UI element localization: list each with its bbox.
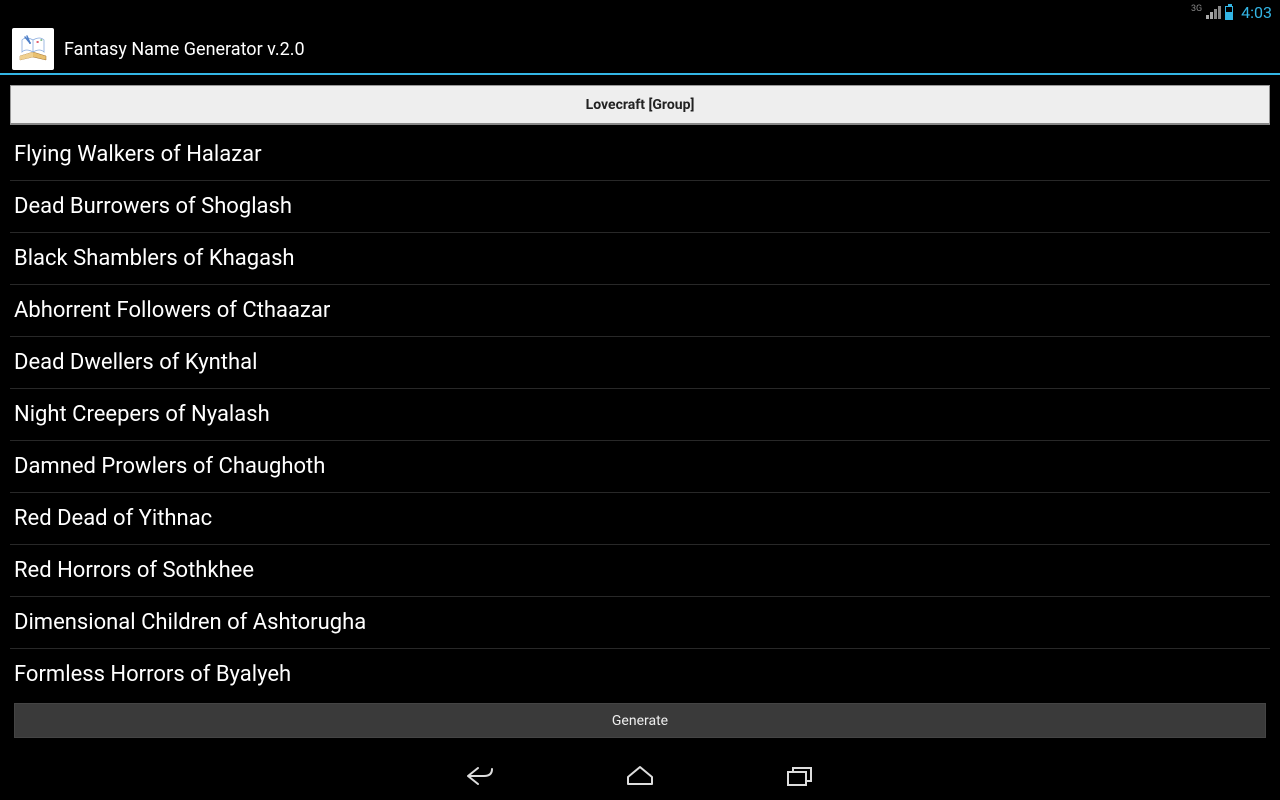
battery-icon (1225, 6, 1233, 20)
list-item[interactable]: Flying Walkers of Halazar (10, 129, 1270, 181)
recent-apps-icon (786, 764, 814, 788)
list-item[interactable]: Night Creepers of Nyalash (10, 389, 1270, 441)
generate-button[interactable]: Generate (14, 703, 1266, 738)
back-icon (464, 764, 496, 788)
home-button[interactable] (620, 756, 660, 796)
back-button[interactable] (460, 756, 500, 796)
list-item[interactable]: Formless Horrors of Byalyeh (10, 649, 1270, 699)
list-item[interactable]: Abhorrent Followers of Cthaazar (10, 285, 1270, 337)
status-bar: 3G 4:03 (0, 0, 1280, 25)
list-item[interactable]: Red Dead of Yithnac (10, 493, 1270, 545)
action-bar: Fantasy Name Generator v.2.0 (0, 25, 1280, 75)
app-icon (12, 28, 54, 70)
names-list[interactable]: Flying Walkers of Halazar Dead Burrowers… (10, 129, 1270, 699)
list-item[interactable]: Dead Dwellers of Kynthal (10, 337, 1270, 389)
navigation-bar (0, 752, 1280, 800)
signal-icon (1206, 6, 1221, 19)
home-icon (625, 764, 655, 788)
list-item[interactable]: Dimensional Children of Ashtorugha (10, 597, 1270, 649)
list-item[interactable]: Dead Burrowers of Shoglash (10, 181, 1270, 233)
generate-label: Generate (612, 713, 668, 729)
list-item[interactable]: Damned Prowlers of Chaughoth (10, 441, 1270, 493)
clock: 4:03 (1241, 3, 1272, 22)
recent-apps-button[interactable] (780, 756, 820, 796)
list-item[interactable]: Black Shamblers of Khagash (10, 233, 1270, 285)
main-content: Lovecraft [Group] Flying Walkers of Hala… (0, 75, 1280, 752)
network-label: 3G (1191, 4, 1202, 14)
app-title: Fantasy Name Generator v.2.0 (64, 39, 305, 60)
category-spinner[interactable]: Lovecraft [Group] (10, 85, 1270, 125)
list-item[interactable]: Red Horrors of Sothkhee (10, 545, 1270, 597)
spinner-selected-label: Lovecraft [Group] (586, 97, 695, 113)
